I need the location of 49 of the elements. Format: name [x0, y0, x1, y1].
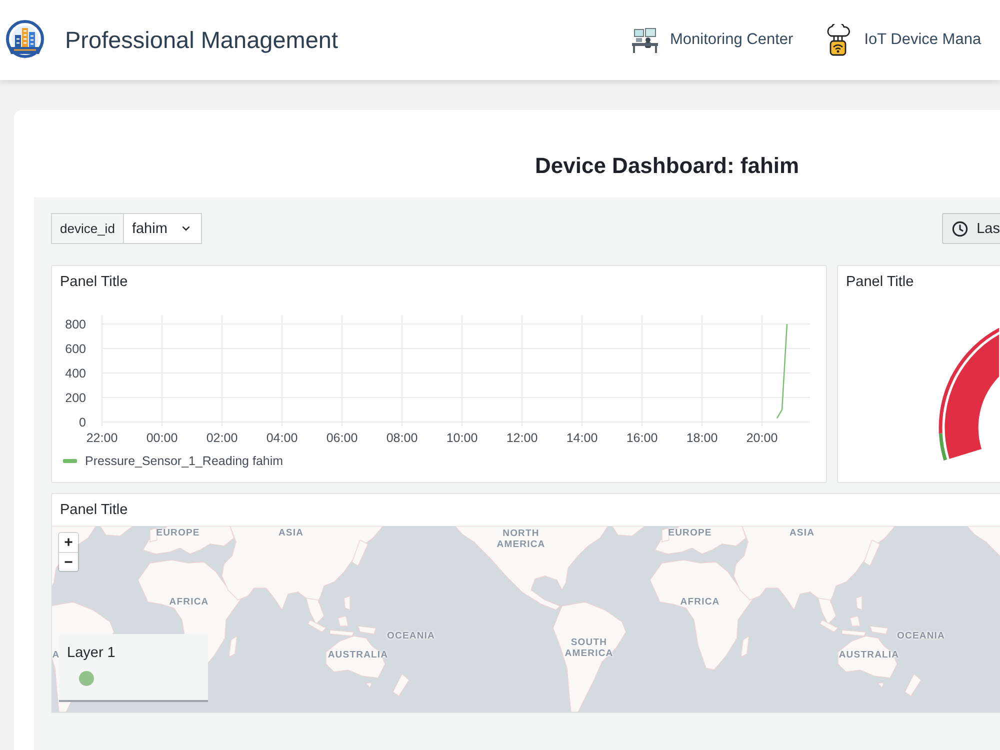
- y-axis-label: 800: [65, 317, 86, 332]
- x-axis-label: 04:00: [266, 431, 298, 445]
- map-label: NORTH AMERICA: [496, 528, 546, 550]
- map-label: ASIA: [278, 528, 304, 538]
- zoom-in-button[interactable]: +: [59, 533, 78, 552]
- computer-desk-icon: [632, 27, 658, 53]
- map-label: A: [52, 650, 60, 660]
- x-axis-label: 06:00: [326, 431, 358, 445]
- map-label: OCEANIA: [387, 630, 435, 642]
- y-axis-label: 200: [65, 391, 86, 405]
- x-axis-label: 10:00: [446, 431, 478, 445]
- x-axis-label: 12:00: [506, 431, 538, 445]
- app-title: Professional Management: [65, 26, 338, 54]
- map-label: AUSTRALIA: [838, 650, 900, 660]
- nav-link[interactable]: IoT Device Mana: [824, 24, 982, 56]
- map-label: SOUTH AMERICA: [564, 637, 614, 659]
- map-label: AUSTRALIA: [328, 650, 388, 660]
- variable-label: device_id: [51, 213, 124, 244]
- y-axis-label: 0: [79, 416, 86, 430]
- legend-label: Pressure_Sensor_1_Reading fahim: [85, 453, 284, 469]
- caret-icon: [182, 226, 190, 231]
- x-axis-label: 14:00: [566, 431, 598, 445]
- y-axis-label: 600: [65, 342, 86, 356]
- map-label: AFRICA: [680, 596, 720, 608]
- panel-title: Panel Title: [59, 273, 129, 292]
- map-label: OCEANIA: [897, 630, 945, 642]
- map-label: AFRICA: [169, 596, 209, 608]
- map-label: EUROPE: [156, 528, 200, 538]
- layer-name: Layer 1: [67, 645, 116, 661]
- y-axis-label: 400: [65, 366, 86, 380]
- map-label: ASIA: [789, 528, 815, 538]
- panel-title: Panel Title: [59, 501, 129, 520]
- map-label: EUROPE: [668, 528, 712, 538]
- x-axis-label: 16:00: [626, 431, 658, 445]
- x-axis-label: 00:00: [146, 431, 178, 445]
- panel-title: Panel Title: [845, 273, 915, 292]
- x-axis-label: 02:00: [206, 431, 238, 445]
- dashboard-title: Device Dashboard: fahim: [535, 152, 800, 180]
- x-axis-label: 08:00: [386, 431, 418, 445]
- nav-link[interactable]: Monitoring Center: [632, 27, 794, 53]
- x-axis-label: 20:00: [746, 431, 778, 445]
- device-select[interactable]: fahim: [124, 213, 202, 244]
- clock-icon: [952, 220, 968, 236]
- buildings-logo-icon: [5, 20, 45, 60]
- x-axis-label: 18:00: [686, 431, 718, 445]
- series-swatch-icon: [63, 459, 77, 463]
- zoom-out-button[interactable]: −: [59, 552, 78, 571]
- x-axis-label: 22:00: [86, 431, 118, 445]
- time-range-button[interactable]: Las: [942, 213, 1000, 244]
